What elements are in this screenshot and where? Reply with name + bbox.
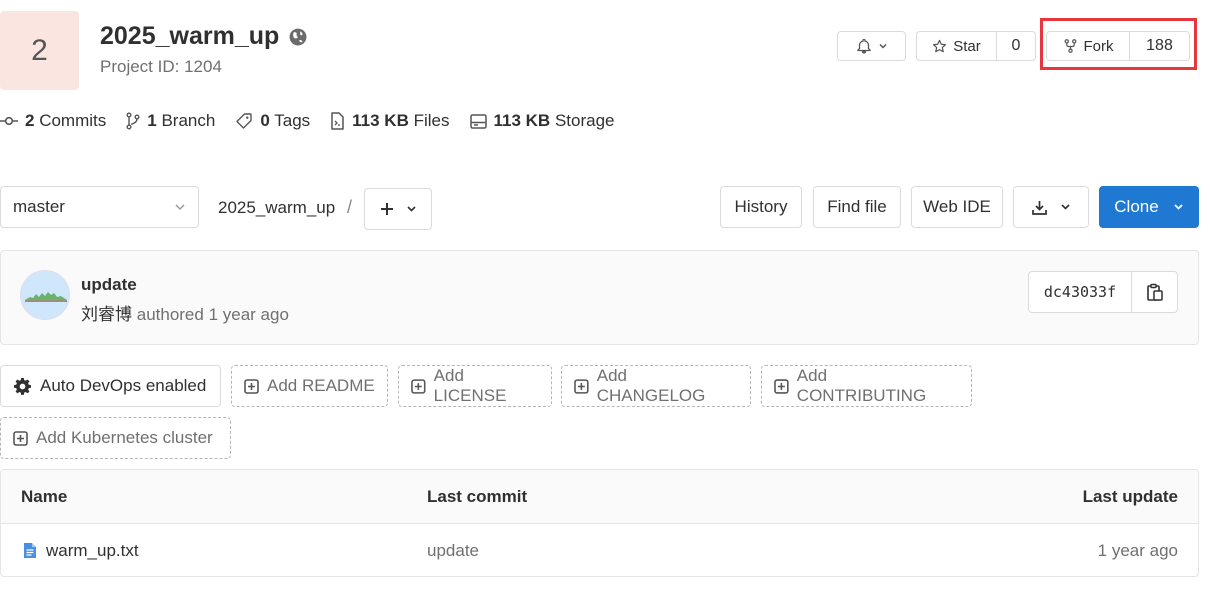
storage-icon bbox=[469, 113, 487, 129]
plus-square-icon bbox=[411, 378, 426, 394]
column-header-last-commit: Last commit bbox=[427, 486, 528, 506]
file-icon bbox=[331, 112, 344, 130]
fork-button[interactable]: Fork bbox=[1047, 32, 1130, 60]
auto-devops-button[interactable]: Auto DevOps enabled bbox=[0, 365, 221, 407]
stat-storage-label: Storage bbox=[554, 111, 615, 130]
stat-files-value: 113 KB bbox=[352, 111, 409, 130]
stat-branches-label: Branch bbox=[161, 111, 216, 130]
add-kubernetes-cluster-label: Add Kubernetes cluster bbox=[36, 428, 213, 447]
tag-icon bbox=[236, 113, 253, 129]
column-header-name: Name bbox=[21, 486, 68, 506]
add-contributing-button[interactable]: Add CONTRIBUTING bbox=[761, 365, 972, 407]
find-file-button[interactable]: Find file bbox=[813, 186, 901, 228]
add-changelog-label: Add CHANGELOG bbox=[596, 366, 706, 405]
web-ide-button[interactable]: Web IDE bbox=[911, 186, 1003, 228]
chevron-down-icon bbox=[1174, 204, 1183, 210]
stat-storage-value: 113 KB bbox=[493, 111, 551, 130]
commit-title[interactable]: update bbox=[81, 275, 137, 295]
plus-icon bbox=[380, 203, 393, 215]
plus-square-icon bbox=[574, 378, 589, 394]
file-table-header: Name Last commit Last update bbox=[1, 470, 1198, 524]
auto-devops-label: Auto DevOps enabled bbox=[40, 376, 207, 395]
commit-meta: 刘睿博 authored 1 year ago bbox=[81, 300, 289, 325]
add-new-dropdown-button[interactable] bbox=[364, 188, 432, 230]
project-avatar: 2 bbox=[0, 11, 79, 90]
text-file-icon bbox=[24, 543, 36, 558]
gear-icon bbox=[14, 377, 31, 395]
globe-icon bbox=[289, 28, 307, 45]
commit-author-avatar[interactable] bbox=[20, 270, 70, 320]
clone-label: Clone bbox=[1114, 197, 1159, 216]
download-dropdown-button[interactable] bbox=[1013, 186, 1089, 228]
chevron-down-icon bbox=[406, 206, 416, 212]
add-kubernetes-cluster-button[interactable]: Add Kubernetes cluster bbox=[0, 417, 231, 459]
file-table: Name Last commit Last update warm_up.txt… bbox=[0, 469, 1199, 577]
commit-author[interactable]: 刘睿博 bbox=[81, 305, 132, 324]
stat-commits-label: Commits bbox=[39, 111, 107, 130]
landscape-avatar-image bbox=[21, 271, 69, 319]
star-label: Star bbox=[953, 37, 981, 55]
project-stats: 2 Commits 1 Branch 0 Tags 113 KB Files 1… bbox=[0, 111, 614, 131]
bell-icon bbox=[856, 38, 871, 54]
clipboard-icon bbox=[1147, 283, 1163, 301]
download-icon bbox=[1032, 200, 1047, 215]
stat-tags-label: Tags bbox=[274, 111, 311, 130]
chevron-down-icon bbox=[1061, 204, 1070, 210]
breadcrumb-separator: / bbox=[347, 197, 353, 217]
add-changelog-button[interactable]: Add CHANGELOG bbox=[561, 365, 751, 407]
commit-icon bbox=[0, 116, 18, 126]
commit-sha[interactable]: dc43033f bbox=[1029, 272, 1132, 312]
stat-files-label: Files bbox=[413, 111, 450, 130]
add-license-label: Add LICENSE bbox=[433, 366, 507, 405]
chevron-down-icon bbox=[878, 43, 887, 49]
commit-sha-group: dc43033f bbox=[1028, 271, 1178, 313]
add-contributing-label: Add CONTRIBUTING bbox=[796, 366, 927, 405]
plus-square-icon bbox=[774, 378, 789, 394]
last-commit-panel bbox=[0, 250, 1199, 345]
project-name: 2025_warm_up bbox=[100, 22, 280, 50]
fork-label: Fork bbox=[1083, 37, 1114, 55]
clone-button[interactable]: Clone bbox=[1099, 186, 1199, 228]
table-row[interactable]: warm_up.txt update 1 year ago bbox=[1, 524, 1198, 576]
file-name-cell[interactable]: warm_up.txt bbox=[23, 524, 139, 576]
notification-button[interactable] bbox=[837, 31, 906, 61]
plus-square-icon bbox=[244, 378, 259, 394]
chevron-down-icon bbox=[175, 204, 185, 211]
copy-sha-button[interactable] bbox=[1132, 272, 1177, 312]
add-readme-button[interactable]: Add README bbox=[231, 365, 388, 407]
branch-icon bbox=[126, 112, 140, 130]
breadcrumb-path[interactable]: 2025_warm_up bbox=[218, 198, 335, 218]
star-group: Star 0 bbox=[916, 31, 1036, 61]
stat-tags[interactable]: 0 Tags bbox=[235, 111, 310, 131]
file-last-commit[interactable]: update bbox=[427, 524, 479, 576]
column-header-last-update: Last update bbox=[1082, 486, 1178, 506]
add-readme-label: Add README bbox=[267, 376, 375, 395]
stat-files[interactable]: 113 KB Files bbox=[330, 111, 450, 131]
stat-branches-value: 1 bbox=[147, 111, 157, 130]
add-license-button[interactable]: Add LICENSE bbox=[398, 365, 552, 407]
fork-icon bbox=[1064, 39, 1076, 53]
stat-storage[interactable]: 113 KB Storage bbox=[469, 111, 615, 131]
project-title: 2025_warm_up bbox=[100, 22, 307, 51]
file-last-update: 1 year ago bbox=[1097, 540, 1178, 560]
fork-group: Fork 188 bbox=[1046, 31, 1190, 61]
stat-commits[interactable]: 2 Commits bbox=[0, 111, 106, 131]
branch-select[interactable]: master bbox=[0, 186, 199, 228]
star-button[interactable]: Star bbox=[917, 32, 997, 60]
fork-count[interactable]: 188 bbox=[1130, 32, 1189, 60]
stat-commits-value: 2 bbox=[25, 111, 35, 130]
project-avatar-letter: 2 bbox=[31, 33, 48, 67]
commit-time: authored 1 year ago bbox=[136, 305, 289, 324]
file-name[interactable]: warm_up.txt bbox=[46, 541, 139, 561]
stat-branches[interactable]: 1 Branch bbox=[126, 111, 215, 131]
branch-select-value: master bbox=[13, 197, 65, 216]
project-id: Project ID: 1204 bbox=[100, 57, 222, 76]
plus-square-icon bbox=[13, 430, 28, 446]
history-button[interactable]: History bbox=[720, 186, 802, 228]
star-icon bbox=[933, 39, 947, 52]
star-count[interactable]: 0 bbox=[997, 32, 1035, 60]
stat-tags-value: 0 bbox=[260, 111, 270, 130]
